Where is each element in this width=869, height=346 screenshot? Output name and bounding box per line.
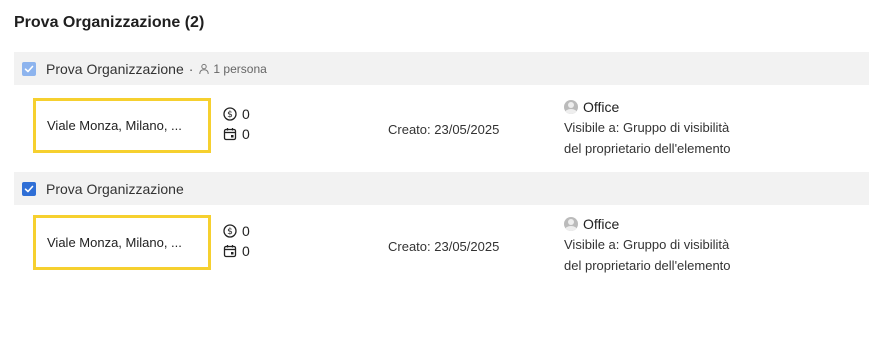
svg-text:$: $: [227, 110, 233, 120]
activities-count-value: 0: [242, 126, 250, 142]
deals-count-value: 0: [242, 223, 250, 239]
select-checkbox[interactable]: [22, 61, 36, 76]
stats: $ 0 0: [223, 104, 250, 144]
avatar-icon: [564, 217, 578, 231]
visibility-text: Visibile a: Gruppo di visibilità: [564, 120, 730, 135]
activities-count-value: 0: [242, 243, 250, 259]
address-text: Viale Monza, Milano, ...: [47, 235, 182, 250]
list-item[interactable]: Viale Monza, Milano, ... $ 0 0 Creato: 2…: [14, 215, 869, 291]
organization-name-link[interactable]: Prova Organizzazione: [46, 181, 184, 197]
calendar-icon: [223, 128, 237, 141]
check-icon: [24, 65, 34, 72]
page-title: Prova Organizzazione (2): [14, 14, 205, 31]
owner[interactable]: Office: [564, 97, 731, 117]
people-count[interactable]: 1 persona: [198, 61, 267, 76]
visibility-text: Visibile a: Gruppo di visibilità: [564, 237, 730, 252]
deals-count-value: 0: [242, 106, 250, 122]
group-header: Prova Organizzazione: [14, 172, 869, 205]
address-text: Viale Monza, Milano, ...: [47, 118, 182, 133]
group-header: Prova Organizzazione · 1 persona: [14, 52, 869, 85]
person-icon: [198, 63, 210, 75]
money-icon: $: [223, 224, 237, 238]
calendar-icon: [223, 245, 237, 258]
deals-count[interactable]: $ 0: [223, 221, 250, 241]
address-field[interactable]: Viale Monza, Milano, ...: [33, 215, 211, 270]
activities-count[interactable]: 0: [223, 241, 250, 261]
owner-visibility: Office Visibile a: Gruppo di visibilità …: [564, 97, 731, 159]
owner-name: Office: [583, 216, 620, 232]
avatar-icon: [564, 100, 578, 114]
check-icon: [24, 185, 34, 192]
select-checkbox[interactable]: [22, 181, 36, 196]
owner-name: Office: [583, 99, 620, 115]
address-field[interactable]: Viale Monza, Milano, ...: [33, 98, 211, 153]
people-count-label: 1 persona: [213, 61, 267, 76]
created-date: Creato: 23/05/2025: [388, 122, 500, 137]
money-icon: $: [223, 107, 237, 121]
separator: ·: [188, 60, 194, 77]
activities-count[interactable]: 0: [223, 124, 250, 144]
svg-text:$: $: [227, 227, 233, 237]
created-date: Creato: 23/05/2025: [388, 239, 500, 254]
owner[interactable]: Office: [564, 214, 731, 234]
stats: $ 0 0: [223, 221, 250, 261]
deals-count[interactable]: $ 0: [223, 104, 250, 124]
list-item[interactable]: Viale Monza, Milano, ... $ 0 0 Creato: 2…: [14, 98, 869, 174]
visibility-text: del proprietario dell'elemento: [564, 258, 731, 273]
organization-name-link[interactable]: Prova Organizzazione: [46, 61, 184, 77]
visibility-text: del proprietario dell'elemento: [564, 141, 731, 156]
owner-visibility: Office Visibile a: Gruppo di visibilità …: [564, 214, 731, 276]
